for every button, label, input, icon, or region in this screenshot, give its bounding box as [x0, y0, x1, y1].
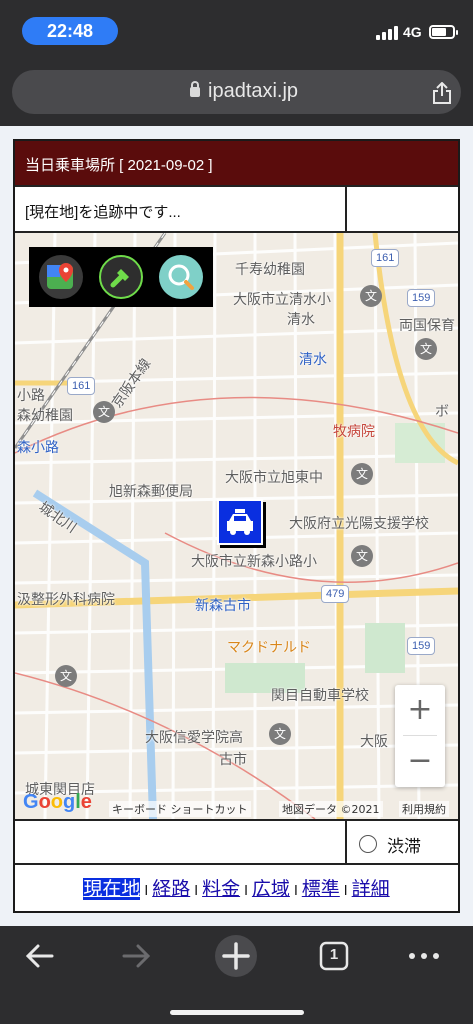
- terms-link[interactable]: 利用規約: [399, 801, 449, 817]
- map-view[interactable]: 千寿幼稚園 大阪市立清水小 文 清水 清水 両国保育 文 小路 森幼稚園 文 森…: [15, 233, 458, 819]
- station-label: 森小路: [17, 440, 59, 456]
- map-label: 森幼稚園: [17, 408, 73, 424]
- route-badge: 161: [371, 249, 400, 267]
- map-label: 大阪府立光陽支援学校: [289, 516, 429, 532]
- map-label: 大阪市立旭東中: [225, 470, 323, 486]
- new-tab-icon[interactable]: [214, 934, 258, 978]
- google-maps-icon[interactable]: [39, 255, 83, 299]
- nav-fare[interactable]: 料金: [202, 878, 240, 900]
- row-divider: [345, 821, 347, 865]
- map-data-attribution[interactable]: 地図データ ©2021: [279, 801, 383, 817]
- map-label: 両国保育: [399, 318, 455, 334]
- restaurant-label: マクドナルド: [227, 640, 311, 656]
- url-text[interactable]: ipadtaxi.jp: [208, 80, 298, 103]
- nav-current-location[interactable]: 現在地: [83, 878, 141, 900]
- school-icon: 文: [360, 285, 382, 307]
- page-title: 当日乗車場所 [ 2021-09-02 ]: [25, 157, 213, 174]
- keyboard-shortcuts-link[interactable]: キーボード ショートカット: [109, 801, 251, 817]
- map-label: 清水: [287, 312, 315, 328]
- zoom-in-button[interactable]: +: [395, 685, 445, 735]
- route-badge: 479: [321, 585, 350, 603]
- lock-icon: [190, 81, 200, 97]
- map-label: ボ: [435, 404, 449, 420]
- school-icon: 文: [55, 665, 77, 687]
- station-label: 清水: [299, 352, 327, 368]
- browser-address-area: ipadtaxi.jp: [0, 64, 473, 126]
- map-label: 大阪: [360, 734, 388, 750]
- browser-toolbar: 1: [0, 926, 473, 1024]
- school-icon: 文: [269, 723, 291, 745]
- nav-separator: I: [293, 884, 298, 899]
- map-label: 旭新森郵便局: [109, 484, 193, 500]
- route-badge: 161: [67, 377, 96, 395]
- nav-standard[interactable]: 標準: [302, 878, 340, 900]
- nav-separator: I: [244, 884, 248, 899]
- map-label: 大阪市立新森小路小: [191, 554, 317, 570]
- traffic-label[interactable]: 渋滞: [387, 832, 421, 857]
- map-tool-panel: [29, 247, 213, 307]
- share-icon[interactable]: [432, 82, 452, 104]
- status-time: 22:48: [22, 17, 118, 45]
- nav-separator: I: [194, 884, 199, 899]
- tab-count: 1: [329, 946, 339, 963]
- map-label: 小路: [17, 388, 45, 404]
- station-label: 新森古市: [195, 598, 251, 614]
- forward-arrow-icon[interactable]: [114, 934, 158, 978]
- zoom-out-button[interactable]: −: [395, 736, 445, 786]
- map-label: 汲整形外科病院: [17, 592, 115, 608]
- traffic-row: 渋滞: [15, 819, 458, 865]
- nav-wide[interactable]: 広域: [252, 878, 290, 900]
- battery-icon: [429, 25, 458, 39]
- back-arrow-icon[interactable]: [18, 934, 62, 978]
- more-options-icon[interactable]: [402, 934, 446, 978]
- tracking-message: [現在地]を追跡中です...: [25, 204, 181, 221]
- school-icon: 文: [415, 338, 437, 360]
- title-bar: 当日乗車場所 [ 2021-09-02 ]: [15, 141, 458, 187]
- school-icon: 文: [351, 463, 373, 485]
- hospital-label: 牧病院: [333, 424, 375, 440]
- route-badge: 159: [407, 637, 436, 655]
- app-frame: 当日乗車場所 [ 2021-09-02 ] [現在地]を追跡中です... 千寿幼…: [13, 139, 460, 913]
- map-label: 古市: [219, 752, 247, 768]
- school-icon: 文: [351, 545, 373, 567]
- map-label: 千寿幼稚園: [235, 262, 305, 278]
- map-label: 大阪信愛学院高: [145, 730, 243, 746]
- nav-route[interactable]: 経路: [152, 878, 190, 900]
- status-bar: 22:48 4G: [0, 0, 473, 64]
- row-divider: [345, 187, 347, 233]
- zoom-controls: + −: [395, 685, 445, 787]
- web-page: 当日乗車場所 [ 2021-09-02 ] [現在地]を追跡中です... 千寿幼…: [0, 126, 473, 926]
- flashlight-icon[interactable]: [99, 255, 143, 299]
- tracking-status-row: [現在地]を追跡中です...: [15, 187, 458, 233]
- signal-strength-icon: [376, 26, 398, 40]
- nav-separator: I: [343, 884, 348, 899]
- tab-switcher-icon[interactable]: 1: [312, 934, 356, 978]
- home-indicator: [170, 1010, 304, 1015]
- search-icon[interactable]: [159, 255, 203, 299]
- route-badge: 159: [407, 289, 436, 307]
- taxi-icon[interactable]: [217, 499, 263, 545]
- nav-detail[interactable]: 詳細: [352, 878, 390, 900]
- traffic-checkbox[interactable]: [359, 835, 377, 853]
- address-bar[interactable]: ipadtaxi.jp: [12, 70, 461, 114]
- bottom-nav: 現在地 I 経路 I 料金 I 広域 I 標準 I 詳細: [15, 865, 458, 913]
- network-type: 4G: [403, 24, 422, 40]
- nav-separator: I: [144, 884, 149, 899]
- map-label: 大阪市立清水小: [233, 292, 331, 308]
- google-logo: Google: [23, 791, 92, 813]
- map-label: 関目自動車学校: [271, 688, 369, 704]
